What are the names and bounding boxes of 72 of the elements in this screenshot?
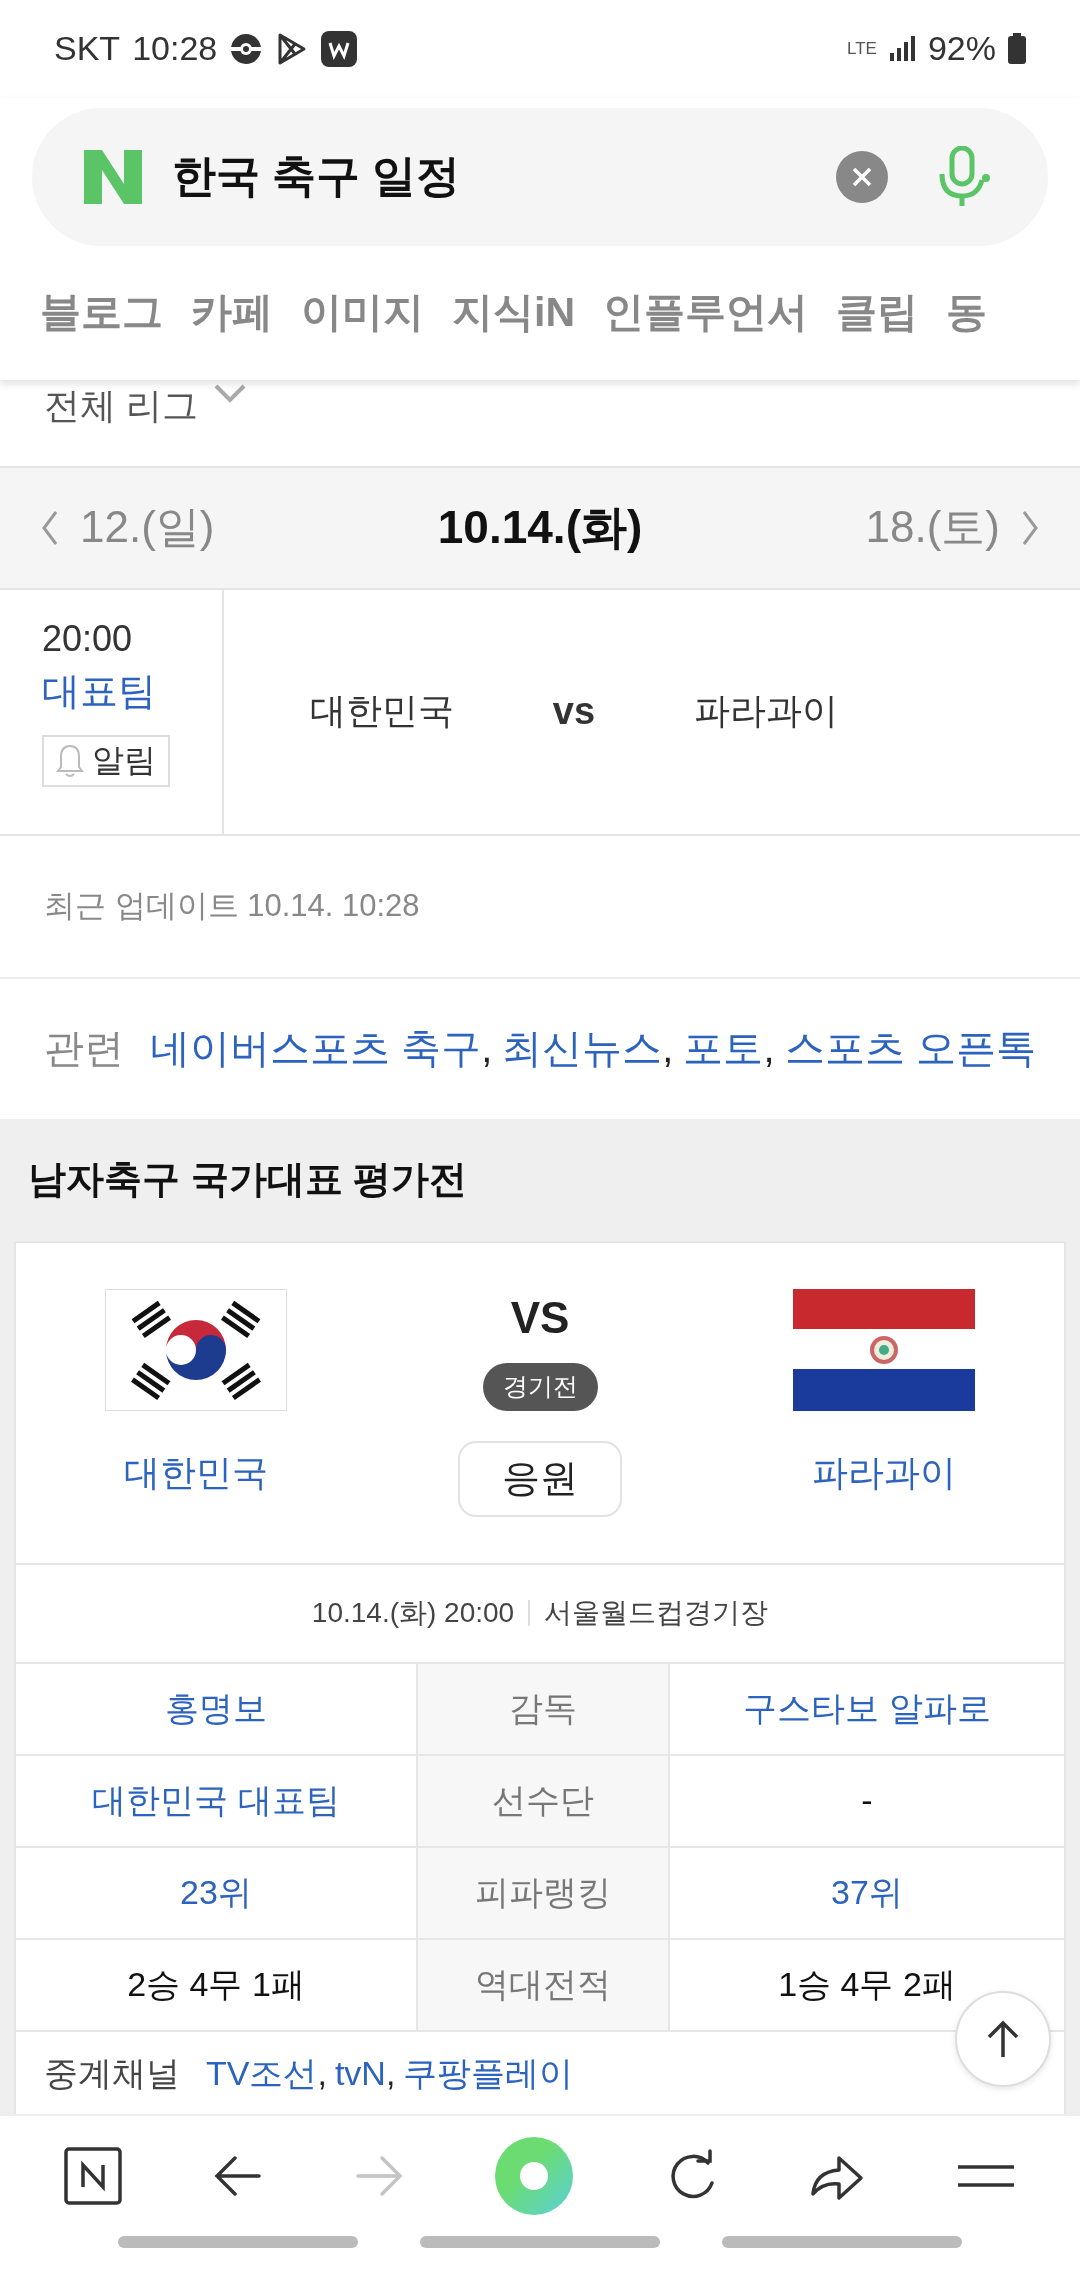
search-tab[interactable]: 클립 (836, 285, 918, 341)
home-team: 대한민국 (309, 689, 454, 734)
related-link[interactable]: 스포츠 오픈톡 (784, 1021, 1036, 1077)
comma: , (662, 1026, 674, 1072)
arrow-up-icon (985, 2019, 1021, 2059)
target-icon (229, 31, 264, 66)
next-date: 18.(토) (865, 501, 1000, 554)
close-icon (851, 165, 873, 188)
related-link[interactable]: 포토 (683, 1021, 764, 1077)
search-tab[interactable]: 인플루언서 (603, 285, 808, 341)
search-tab[interactable]: 동 (946, 285, 987, 341)
match-time: 20:00 (42, 617, 133, 660)
search-tab[interactable]: 이미지 (301, 285, 424, 341)
league-filter[interactable]: 전체 리그 (44, 381, 198, 431)
row-label: 선수단 (418, 1755, 670, 1846)
row-label: 역대전적 (418, 1939, 670, 2030)
related-link[interactable]: 네이버스포츠 축구 (150, 1021, 482, 1077)
network-type: LTE (847, 40, 877, 58)
table-link[interactable]: 37위 (831, 1869, 903, 1916)
related-label: 관련 (44, 1025, 124, 1073)
team-name[interactable]: 파라과이 (812, 1448, 956, 1498)
next-date-link[interactable]: 18.(토) (865, 498, 1040, 558)
battery-icon (1008, 33, 1026, 65)
row-label: 피파랭킹 (418, 1847, 670, 1938)
table-link[interactable]: 대한민국 대표팀 (92, 1777, 340, 1824)
channel-link[interactable]: tvN (334, 2054, 386, 2094)
table-link[interactable]: 구스타보 알파로 (743, 1685, 991, 1732)
prev-date-link[interactable]: 12.(일) (40, 498, 215, 558)
versus-label: VS (510, 1292, 570, 1343)
table-link[interactable]: 홍명보 (165, 1685, 267, 1732)
match-category[interactable]: 대표팀 (42, 665, 156, 717)
related-link[interactable]: 최신뉴스 (502, 1021, 663, 1077)
row-label: 감독 (418, 1663, 670, 1754)
prev-date: 12.(일) (80, 501, 215, 554)
n-logo-icon (84, 149, 142, 204)
away-team: 파라과이 (694, 689, 838, 734)
signal-icon (888, 35, 916, 63)
channel-link[interactable]: 쿠팡플레이 (403, 2050, 574, 2097)
table-link[interactable]: 23위 (180, 1869, 252, 1916)
carrier-name: SKT (54, 29, 121, 69)
section-title: 남자축구 국가대표 평가전 (27, 1157, 469, 1203)
table-cell: - (861, 1781, 873, 1821)
comma: , (763, 1026, 775, 1072)
comma: , (317, 2054, 327, 2094)
search-field[interactable]: 한국 축구 일정 (32, 107, 1048, 246)
table-cell-text: 1승 4무 2패 (778, 1963, 956, 2005)
w-app-icon (321, 30, 358, 67)
match-datetime: 10.14.(화) 20:00 (311, 1596, 515, 1631)
search-tab[interactable]: 지식iN (452, 285, 575, 341)
team-name[interactable]: 대한민국 (124, 1448, 268, 1498)
channel-link[interactable]: TV조선 (206, 2050, 318, 2097)
cheer-button[interactable]: 응원 (458, 1440, 622, 1517)
search-query: 한국 축구 일정 (172, 150, 462, 203)
chevron-left-icon (40, 509, 60, 546)
update-time: 최근 업데이트 10.14. 10:28 (0, 835, 1080, 979)
alarm-button[interactable]: 알림 (42, 734, 170, 787)
table-cell-text: 2승 4무 1패 (127, 1963, 305, 2005)
clock-time: 10:28 (132, 29, 218, 69)
bell-icon (56, 742, 84, 779)
clear-button[interactable] (836, 150, 888, 203)
current-date: 10.14.(화) (437, 499, 643, 555)
versus-label: vs (551, 690, 597, 734)
broadcast-label: 중계채널 (44, 2052, 180, 2094)
search-tab[interactable]: 카페 (191, 285, 273, 341)
battery-percent: 92% (927, 29, 996, 69)
comma: , (481, 1026, 493, 1072)
comma: , (385, 2054, 396, 2094)
search-tab[interactable]: 블로그 (40, 285, 163, 341)
stadium-name: 서울월드컵경기장 (544, 1596, 769, 1631)
chevron-right-icon (1020, 509, 1040, 546)
status-badge: 경기전 (482, 1362, 598, 1411)
home-icon[interactable] (63, 2146, 122, 2205)
